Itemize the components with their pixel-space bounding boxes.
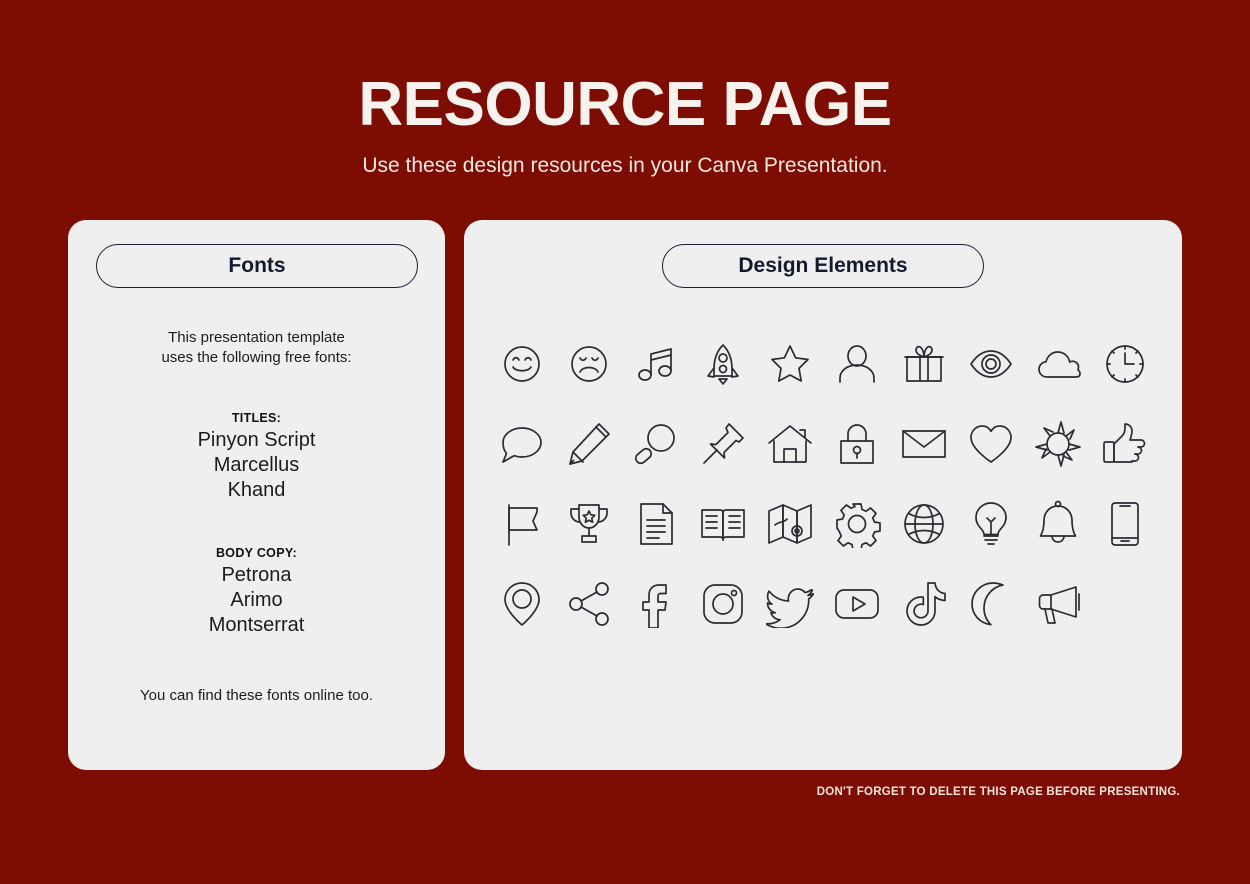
fonts-panel: Fonts This presentation template uses th… bbox=[68, 220, 445, 770]
trophy-icon[interactable] bbox=[561, 496, 617, 552]
design-elements-panel: Design Elements bbox=[464, 220, 1182, 770]
sad-face-icon[interactable] bbox=[561, 336, 617, 392]
body-font-name: Montserrat bbox=[208, 614, 305, 637]
delete-page-reminder: DON'T FORGET TO DELETE THIS PAGE BEFORE … bbox=[816, 786, 1180, 798]
panels-container: Fonts This presentation template uses th… bbox=[0, 220, 1250, 770]
title-font-name: Khand bbox=[227, 479, 286, 502]
gear-icon[interactable] bbox=[829, 496, 885, 552]
rocket-icon[interactable] bbox=[695, 336, 751, 392]
page-header: RESOURCE PAGE Use these design resources… bbox=[0, 0, 1250, 178]
body-font-group: BODY COPY: Petrona Arimo Montserrat bbox=[96, 546, 417, 639]
music-note-icon[interactable] bbox=[628, 336, 684, 392]
fonts-footer-note: You can find these fonts online too. bbox=[140, 686, 373, 704]
megaphone-icon[interactable] bbox=[1030, 576, 1086, 632]
page-title: RESOURCE PAGE bbox=[358, 70, 892, 139]
sun-icon[interactable] bbox=[1030, 416, 1086, 472]
clock-icon[interactable] bbox=[1097, 336, 1153, 392]
pushpin-icon[interactable] bbox=[695, 416, 751, 472]
title-font-name: Pinyon Script bbox=[197, 428, 316, 451]
bell-icon[interactable] bbox=[1030, 496, 1086, 552]
moon-icon[interactable] bbox=[963, 576, 1019, 632]
thumbs-up-icon[interactable] bbox=[1097, 416, 1153, 472]
cloud-icon[interactable] bbox=[1030, 336, 1086, 392]
youtube-icon[interactable] bbox=[829, 576, 885, 632]
title-font-name: Marcellus bbox=[213, 453, 300, 476]
smiley-face-icon[interactable] bbox=[494, 336, 550, 392]
facebook-icon[interactable] bbox=[628, 576, 684, 632]
fonts-panel-body: This presentation template uses the foll… bbox=[96, 328, 417, 704]
magnifier-icon[interactable] bbox=[628, 416, 684, 472]
person-icon[interactable] bbox=[829, 336, 885, 392]
gift-icon[interactable] bbox=[896, 336, 952, 392]
share-icon[interactable] bbox=[561, 576, 617, 632]
location-pin-icon[interactable] bbox=[494, 576, 550, 632]
body-copy-label: BODY COPY: bbox=[215, 545, 298, 560]
pencil-icon[interactable] bbox=[561, 416, 617, 472]
fonts-intro-line-1: This presentation template bbox=[168, 329, 345, 346]
design-elements-heading: Design Elements bbox=[662, 244, 984, 288]
fonts-intro: This presentation template uses the foll… bbox=[96, 328, 417, 369]
map-icon[interactable] bbox=[762, 496, 818, 552]
open-book-icon[interactable] bbox=[695, 496, 751, 552]
page-subtitle: Use these design resources in your Canva… bbox=[362, 154, 888, 177]
flag-icon[interactable] bbox=[494, 496, 550, 552]
lock-icon[interactable] bbox=[829, 416, 885, 472]
document-icon[interactable] bbox=[628, 496, 684, 552]
phone-icon[interactable] bbox=[1097, 496, 1153, 552]
fonts-intro-line-2: uses the following free fonts: bbox=[161, 349, 352, 367]
titles-font-group: TITLES: Pinyon Script Marcellus Khand bbox=[96, 411, 417, 504]
tiktok-icon[interactable] bbox=[896, 576, 952, 632]
twitter-icon[interactable] bbox=[762, 576, 818, 632]
instagram-icon[interactable] bbox=[695, 576, 751, 632]
house-icon[interactable] bbox=[762, 416, 818, 472]
speech-bubble-icon[interactable] bbox=[494, 416, 550, 472]
titles-label: TITLES: bbox=[231, 410, 282, 425]
body-font-name: Arimo bbox=[230, 589, 283, 612]
eye-icon[interactable] bbox=[963, 336, 1019, 392]
body-font-name: Petrona bbox=[221, 563, 292, 586]
globe-icon[interactable] bbox=[896, 496, 952, 552]
lightbulb-icon[interactable] bbox=[963, 496, 1019, 552]
fonts-panel-heading: Fonts bbox=[96, 244, 418, 288]
star-icon[interactable] bbox=[762, 336, 818, 392]
heart-icon[interactable] bbox=[963, 416, 1019, 472]
icon-grid bbox=[488, 336, 1158, 632]
envelope-icon[interactable] bbox=[896, 416, 952, 472]
